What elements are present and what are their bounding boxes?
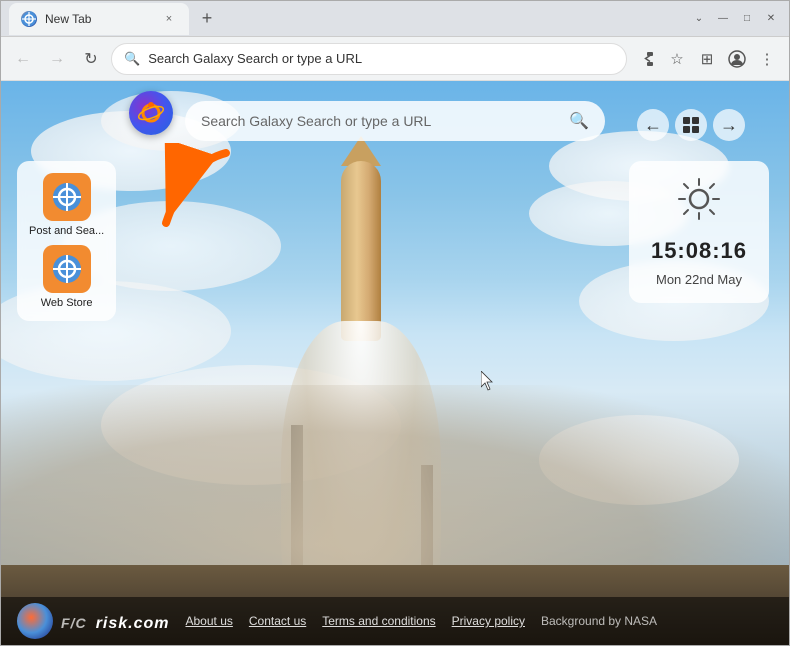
- clock-widget: 15:08:16 Mon 22nd May: [629, 161, 769, 303]
- footer-link-about[interactable]: About us: [186, 614, 233, 628]
- footer-link-terms[interactable]: Terms and conditions: [322, 614, 435, 628]
- page-prev-button[interactable]: ←: [637, 109, 669, 141]
- extensions-button[interactable]: ⊞: [693, 45, 721, 73]
- nav-bar: ← → ↻ 🔍 Search Galaxy Search or type a U…: [1, 37, 789, 81]
- newtab-search-bar[interactable]: Search Galaxy Search or type a URL 🔍: [185, 101, 605, 141]
- clock-time: 15:08:16: [651, 238, 747, 264]
- browser-window: New Tab × + ⌄ — □ ✕ ← → ↻ 🔍 Search Galax…: [0, 0, 790, 646]
- shortcut-webstore-icon: [43, 245, 91, 293]
- new-tab-button[interactable]: +: [193, 5, 221, 33]
- galaxy-logo: [129, 91, 173, 135]
- browser-tab[interactable]: New Tab ×: [9, 3, 189, 35]
- footer-logo: [17, 603, 53, 639]
- page-next-button[interactable]: →: [713, 109, 745, 141]
- footer-links: About us Contact us Terms and conditions…: [186, 614, 774, 628]
- shortcut-webstore-label: Web Store: [41, 297, 93, 309]
- title-bar: New Tab × + ⌄ — □ ✕: [1, 1, 789, 37]
- shortcuts-panel: Post and Sea... Web Store: [17, 161, 116, 321]
- address-search-icon: 🔍: [124, 51, 140, 67]
- shortcut-post-and-sea[interactable]: Post and Sea...: [29, 173, 104, 237]
- tab-favicon: [21, 11, 37, 27]
- menu-button[interactable]: ⋮: [753, 45, 781, 73]
- minimize-button[interactable]: —: [713, 9, 733, 29]
- share-button[interactable]: [633, 45, 661, 73]
- footer-bar: F/C risk.com About us Contact us Terms a…: [1, 597, 789, 645]
- footer-brand-text: F/C risk.com: [61, 608, 170, 634]
- back-button[interactable]: ←: [9, 45, 37, 73]
- nav-right-icons: ☆ ⊞ ⋮: [633, 45, 781, 73]
- tab-title: New Tab: [45, 12, 153, 26]
- newtab-search-placeholder: Search Galaxy Search or type a URL: [201, 113, 561, 129]
- page-content: Search Galaxy Search or type a URL 🔍 ← →: [1, 81, 789, 645]
- page-pages-button[interactable]: [675, 109, 707, 141]
- address-bar[interactable]: 🔍 Search Galaxy Search or type a URL: [111, 43, 627, 75]
- shortcut-post-label: Post and Sea...: [29, 225, 104, 237]
- bookmark-button[interactable]: ☆: [663, 45, 691, 73]
- footer-link-privacy[interactable]: Privacy policy: [452, 614, 525, 628]
- maximize-button[interactable]: □: [737, 9, 757, 29]
- smoke-ground: [1, 385, 789, 585]
- refresh-button[interactable]: ↻: [77, 45, 105, 73]
- footer-credit: Background by NASA: [541, 614, 657, 628]
- profile-button[interactable]: [723, 45, 751, 73]
- window-controls: ⌄ — □ ✕: [689, 9, 781, 29]
- clock-date: Mon 22nd May: [656, 272, 742, 287]
- footer-link-contact[interactable]: Contact us: [249, 614, 306, 628]
- shortcut-web-store[interactable]: Web Store: [29, 245, 104, 309]
- tab-close-button[interactable]: ×: [161, 11, 177, 27]
- rocket-body: [341, 161, 381, 341]
- sun-icon: [677, 177, 721, 230]
- close-button[interactable]: ✕: [761, 9, 781, 29]
- shortcut-post-icon: [43, 173, 91, 221]
- forward-button[interactable]: →: [43, 45, 71, 73]
- chevron-down-icon[interactable]: ⌄: [689, 9, 709, 29]
- newtab-search-icon: 🔍: [569, 111, 589, 131]
- address-text: Search Galaxy Search or type a URL: [148, 51, 614, 66]
